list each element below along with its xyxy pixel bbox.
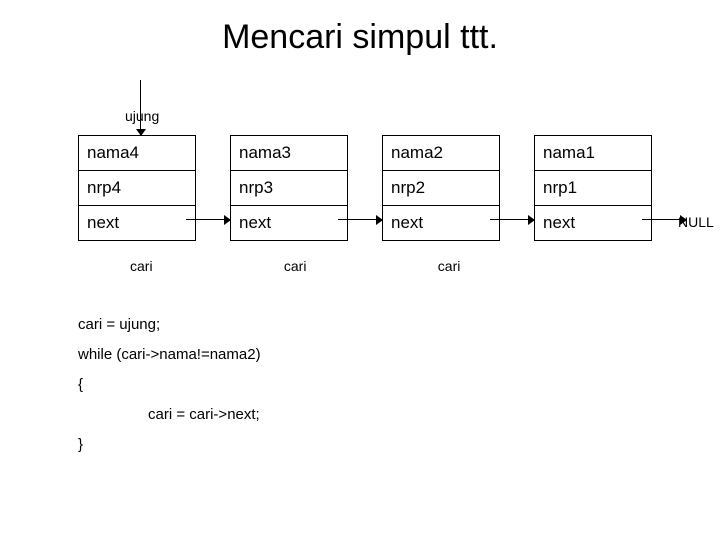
page-title: Mencari simpul ttt. xyxy=(0,18,720,57)
node-nrp: nrp3 xyxy=(231,171,347,206)
node-nama: nama3 xyxy=(231,136,347,171)
list-node: nama3 nrp3 next xyxy=(230,135,348,241)
node-nrp: nrp1 xyxy=(535,171,651,206)
list-node: nama1 nrp1 next xyxy=(534,135,652,241)
cari-label: cari xyxy=(130,258,280,274)
code-line: } xyxy=(78,430,261,460)
node-next: next xyxy=(79,206,195,240)
node-nama: nama2 xyxy=(383,136,499,171)
cari-label: cari xyxy=(284,258,434,274)
cari-pointer-row: cari cari cari xyxy=(130,258,588,274)
node-nrp: nrp2 xyxy=(383,171,499,206)
list-node: nama4 nrp4 next xyxy=(78,135,196,241)
code-line: { xyxy=(78,370,261,400)
next-arrow-icon xyxy=(186,219,230,220)
code-line: cari = cari->next; xyxy=(78,400,261,430)
code-line: while (cari->nama!=nama2) xyxy=(78,340,261,370)
node-next: next xyxy=(231,206,347,240)
cari-label: cari xyxy=(438,258,588,274)
linked-list: nama4 nrp4 next nama3 nrp3 next nama2 nr… xyxy=(78,135,686,241)
next-arrow-icon xyxy=(490,219,534,220)
node-next: next xyxy=(383,206,499,240)
node-nrp: nrp4 xyxy=(79,171,195,206)
null-label: NULL xyxy=(678,214,714,230)
next-arrow-icon xyxy=(338,219,382,220)
ujung-label: ujung xyxy=(125,108,159,124)
code-block: cari = ujung; while (cari->nama!=nama2) … xyxy=(78,310,261,460)
node-nama: nama1 xyxy=(535,136,651,171)
node-next: next xyxy=(535,206,651,240)
node-nama: nama4 xyxy=(79,136,195,171)
list-node: nama2 nrp2 next xyxy=(382,135,500,241)
code-line: cari = ujung; xyxy=(78,310,261,340)
